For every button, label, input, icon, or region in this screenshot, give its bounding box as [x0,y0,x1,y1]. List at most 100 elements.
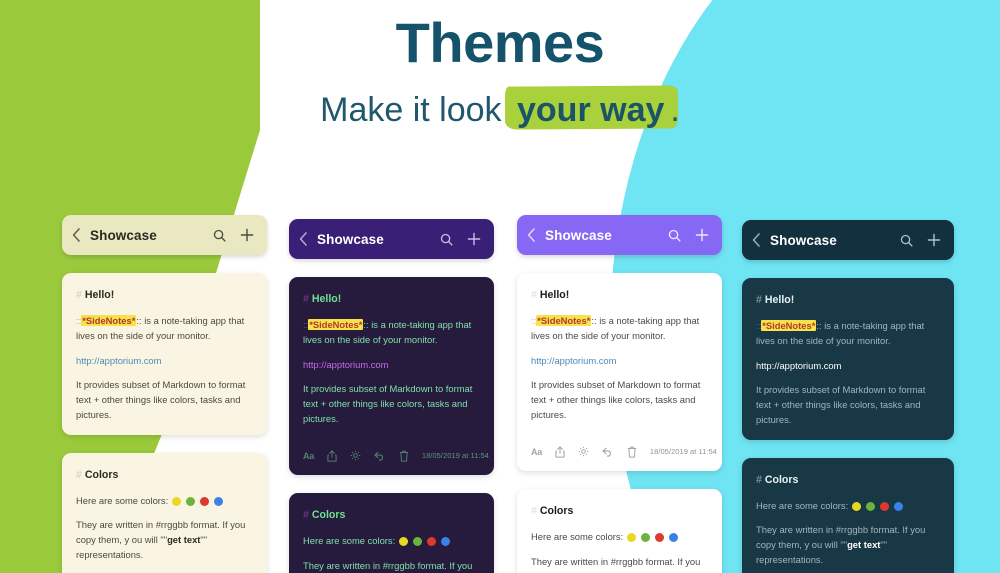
search-icon[interactable] [213,229,226,242]
window-titlebar-midnight: Showcase [289,219,494,259]
chevron-left-icon[interactable] [72,228,81,242]
note-colors-line: Here are some colors: [303,533,480,548]
color-swatch-2 [413,537,423,547]
window-title: Showcase [317,231,384,247]
window-title: Showcase [90,227,157,243]
note-paragraph-intro: ::*SideNotes*:: is a note-taking app tha… [756,320,925,347]
plus-icon[interactable] [927,233,941,247]
note-paragraph-body: It provides subset of Markdown to format… [531,378,701,421]
theme-column-midnight: Showcase # Hello! ::*SideNotes*:: is a n… [289,219,494,573]
note-heading: # Colors [531,505,574,518]
color-swatch-1 [172,496,182,506]
note-link[interactable]: http://apptorium.com [303,357,480,372]
hero-subtitle: Make it look your way. [320,91,680,130]
color-swatch-1 [399,537,409,547]
note-heading: # Colors [756,473,799,486]
gear-icon[interactable] [578,446,589,457]
note-card-hello[interactable]: # Hello! ::*SideNotes*:: is a note-takin… [289,277,494,476]
color-swatch-3 [427,537,437,547]
note-colors-line: Here are some colors: [531,529,708,544]
note-heading: # Hello! [531,289,570,301]
theme-column-light: Showcase # Hello! ::*SideNotes*:: is a n… [517,215,722,573]
color-swatch-4 [214,496,224,506]
font-size-icon[interactable]: Aa [303,449,314,464]
plus-icon[interactable] [240,228,254,242]
note-paragraph-intro: ::*SideNotes*:: is a note-taking app tha… [303,319,472,346]
note-bold-text: get text [167,534,201,546]
window-titlebar-cream: Showcase [62,215,267,255]
hero-subtitle-period: . [670,90,680,129]
chevron-left-icon[interactable] [752,233,761,247]
note-colors-desc: They are written in #rrggbb format. If y… [531,554,708,573]
chevron-left-icon[interactable] [527,228,536,242]
note-paragraph-intro: ::*SideNotes*:: is a note-taking app tha… [531,315,700,342]
color-swatch-4 [669,533,679,543]
hero-section: Themes Make it look your way. [0,11,1000,130]
note-paragraph-intro: ::*SideNotes*:: is a note-taking app tha… [76,315,245,342]
color-swatch-2 [866,501,876,511]
note-paragraph-body: It provides subset of Markdown to format… [76,378,246,421]
color-swatch-3 [880,501,890,511]
trash-icon[interactable] [627,446,637,458]
note-link[interactable]: http://apptorium.com [756,358,940,373]
note-link[interactable]: http://apptorium.com [531,353,708,368]
color-swatch-row [852,501,904,511]
theme-column-deepsea: Showcase # Hello! ::*SideNotes*:: is a n… [742,220,954,573]
search-icon[interactable] [440,233,453,246]
note-timestamp: 18/05/2019 at 11:54 [421,450,489,460]
color-swatch-row [172,496,224,506]
undo-arrow-icon[interactable] [602,447,614,457]
note-bold-text: get text [847,539,881,551]
note-card-colors[interactable]: # Colors Here are some colors: They are … [517,489,722,573]
note-link[interactable]: http://apptorium.com [76,353,253,368]
share-icon[interactable] [327,450,337,462]
window-titlebar-light: Showcase [517,215,722,255]
note-colors-desc: They are written in #rrggbb format. If y… [756,523,926,566]
note-card-colors[interactable]: # Colors Here are some colors: They are … [62,452,267,573]
theme-column-cream: Showcase # Hello! ::*SideNotes*:: is a n… [62,215,267,573]
color-swatch-row [399,537,451,547]
color-swatch-2 [641,533,651,543]
note-colors-desc: They are written in #rrggbb format. If y… [303,559,473,571]
note-paragraph-body: It provides subset of Markdown to format… [756,383,926,426]
color-swatch-4 [441,537,451,547]
window-title: Showcase [770,232,837,248]
note-card-hello[interactable]: # Hello! ::*SideNotes*:: is a note-takin… [62,273,267,435]
note-colors-line: Here are some colors: [756,498,940,513]
gear-icon[interactable] [350,450,361,461]
note-toolbar: Aa 18/05/2019 at 11:54 [303,440,489,464]
plus-icon[interactable] [695,228,709,242]
note-heading: # Hello! [756,294,795,306]
color-swatch-1 [852,501,862,511]
note-card-colors[interactable]: # Colors Here are some colors: They are … [289,493,494,573]
note-colors-line: Here are some colors: [76,493,253,508]
note-heading: # Colors [303,509,346,522]
hero-subtitle-plain: Make it look [320,90,511,129]
window-titlebar-deepsea: Showcase [742,220,954,260]
color-swatch-3 [655,533,665,543]
search-icon[interactable] [900,234,913,247]
note-card-hello[interactable]: # Hello! ::*SideNotes*:: is a note-takin… [742,278,954,440]
search-icon[interactable] [668,229,681,242]
font-size-icon[interactable]: Aa [531,445,542,460]
color-swatch-1 [627,533,637,543]
color-swatch-4 [894,501,904,511]
note-paragraph-body: It provides subset of Markdown to format… [303,382,473,425]
poster-stage: Themes Make it look your way. Showcase #… [0,0,1000,573]
plus-icon[interactable] [467,232,481,246]
color-swatch-2 [186,496,196,506]
note-card-colors[interactable]: # Colors Here are some colors: They are … [742,457,954,573]
note-heading: # Colors [76,468,119,481]
note-card-hello[interactable]: # Hello! ::*SideNotes*:: is a note-takin… [517,273,722,472]
share-icon[interactable] [555,446,565,458]
note-timestamp: 18/05/2019 at 11:54 [649,446,717,456]
undo-arrow-icon[interactable] [374,451,386,461]
note-toolbar: Aa 18/05/2019 at 11:54 [531,436,717,460]
page-title: Themes [395,11,605,74]
chevron-left-icon[interactable] [299,232,308,246]
note-colors-desc: They are written in #rrggbb format. If y… [76,518,246,561]
trash-icon[interactable] [399,450,409,462]
note-heading: # Hello! [76,289,115,301]
window-title: Showcase [545,227,612,243]
color-swatch-row [627,533,679,543]
